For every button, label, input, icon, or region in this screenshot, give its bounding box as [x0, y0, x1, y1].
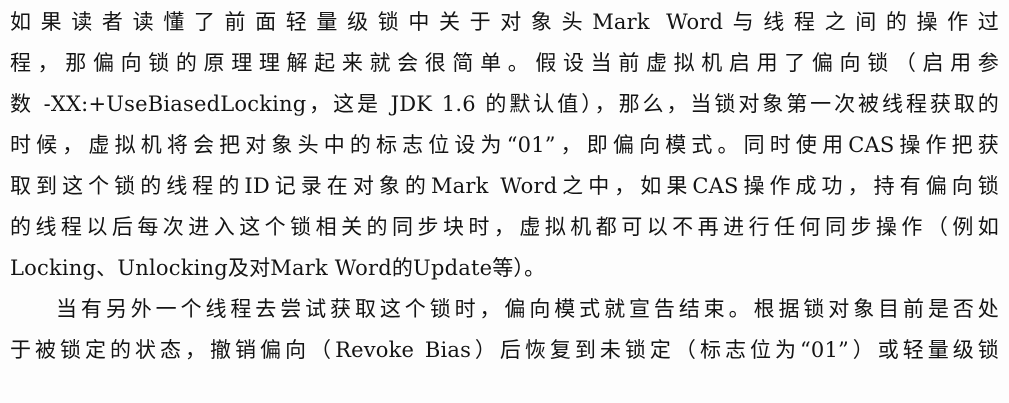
text-line: 当有另外一个线程去尝试获取这个锁时，偏向模式就宣告结束。根据锁对象目前是否处 — [56, 297, 999, 321]
text-line: 的线程以后每次进入这个锁相关的同步块时，虚拟机都可以不再进行任何同步操作（例如 — [10, 215, 999, 239]
document-page: 如果读者读懂了前面轻量级锁中关于对象头Mark Word与线程之间的操作过 程，… — [0, 0, 1009, 403]
text-line: 如果读者读懂了前面轻量级锁中关于对象头Mark Word与线程之间的操作过 — [10, 10, 999, 34]
text-line: Locking、Unlocking及对Mark Word的Update等）。 — [10, 256, 546, 280]
text-line: 数 -XX:+UseBiasedLocking，这是 JDK 1.6 的默认值）… — [10, 92, 999, 116]
text-line: 取到这个锁的线程的ID记录在对象的Mark Word之中，如果CAS操作成功，持… — [10, 174, 999, 198]
text-line: 程，那偏向锁的原理理解起来就会很简单。假设当前虚拟机启用了偏向锁（启用参 — [10, 51, 999, 75]
text-line: 时候，虚拟机将会把对象头中的标志位设为“01”，即偏向模式。同时使用CAS操作把… — [10, 133, 999, 157]
text-line: 于被锁定的状态，撤销偏向（Revoke Bias）后恢复到未锁定（标志位为“01… — [10, 338, 999, 362]
